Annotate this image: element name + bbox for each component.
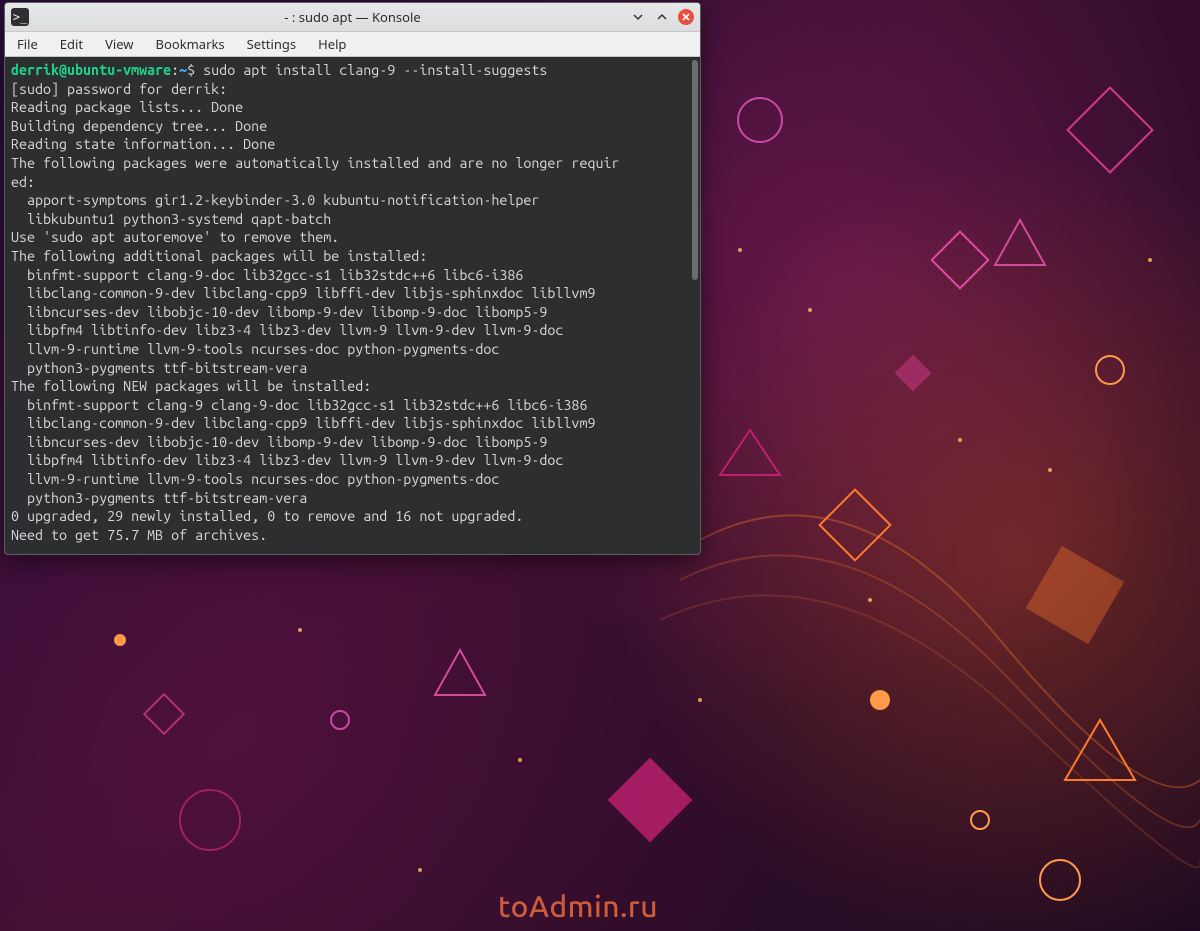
terminal-line: The following packages were automaticall… bbox=[11, 154, 694, 173]
prompt-symbol: $ bbox=[187, 62, 203, 78]
minimize-button[interactable] bbox=[630, 9, 646, 25]
terminal-line: apport-symptoms gir1.2-keybinder-3.0 kub… bbox=[11, 191, 694, 210]
terminal-line: llvm-9-runtime llvm-9-tools ncurses-doc … bbox=[11, 340, 694, 359]
terminal-line: python3-pygments ttf-bitstream-vera bbox=[11, 489, 694, 508]
terminal-line: Building dependency tree... Done bbox=[11, 117, 694, 136]
terminal-viewport[interactable]: derrik@ubuntu-vmware:~$ sudo apt install… bbox=[5, 57, 700, 554]
terminal-line: 0 upgraded, 29 newly installed, 0 to rem… bbox=[11, 507, 694, 526]
terminal-line: Need to get 75.7 MB of archives. bbox=[11, 526, 694, 545]
terminal-line: python3-pygments ttf-bitstream-vera bbox=[11, 359, 694, 378]
konsole-app-icon: >_ bbox=[11, 8, 29, 26]
window-title: - : sudo apt — Konsole bbox=[5, 8, 700, 26]
terminal-line: Reading package lists... Done bbox=[11, 98, 694, 117]
menu-bookmarks[interactable]: Bookmarks bbox=[156, 35, 225, 53]
terminal-line: libclang-common-9-dev libclang-cpp9 libf… bbox=[11, 284, 694, 303]
maximize-button[interactable] bbox=[654, 9, 670, 25]
terminal-line: ed: bbox=[11, 173, 694, 192]
terminal-line: libclang-common-9-dev libclang-cpp9 libf… bbox=[11, 414, 694, 433]
scrollbar-handle[interactable] bbox=[692, 60, 698, 280]
terminal-line: [sudo] password for derrik: bbox=[11, 80, 694, 99]
prompt-path: ~ bbox=[179, 62, 187, 78]
terminal-line: libkubuntu1 python3-systemd qapt-batch bbox=[11, 210, 694, 229]
terminal-line: binfmt-support clang-9 clang-9-doc lib32… bbox=[11, 396, 694, 415]
terminal-line: libpfm4 libtinfo-dev libz3-4 libz3-dev l… bbox=[11, 321, 694, 340]
menu-settings[interactable]: Settings bbox=[247, 35, 296, 53]
terminal-line: binfmt-support clang-9-doc lib32gcc-s1 l… bbox=[11, 266, 694, 285]
scrollbar-track[interactable] bbox=[690, 57, 700, 554]
menu-view[interactable]: View bbox=[105, 35, 133, 53]
terminal-line: libncurses-dev libobjc-10-dev libomp-9-d… bbox=[11, 303, 694, 322]
prompt-user: derrik@ubuntu-vmware bbox=[11, 62, 171, 78]
terminal-line: llvm-9-runtime llvm-9-tools ncurses-doc … bbox=[11, 470, 694, 489]
terminal-line: Reading state information... Done bbox=[11, 135, 694, 154]
window-titlebar[interactable]: >_ - : sudo apt — Konsole bbox=[5, 3, 700, 32]
menu-help[interactable]: Help bbox=[318, 35, 346, 53]
watermark-text: toAdmin.ru bbox=[498, 889, 658, 923]
window-controls bbox=[630, 9, 694, 25]
prompt-command: sudo apt install clang-9 --install-sugge… bbox=[203, 62, 547, 78]
menu-bar: File Edit View Bookmarks Settings Help bbox=[5, 32, 700, 57]
close-button[interactable] bbox=[678, 9, 694, 25]
terminal-output[interactable]: derrik@ubuntu-vmware:~$ sudo apt install… bbox=[5, 57, 700, 554]
terminal-line: Use 'sudo apt autoremove' to remove them… bbox=[11, 228, 694, 247]
terminal-line: libncurses-dev libobjc-10-dev libomp-9-d… bbox=[11, 433, 694, 452]
terminal-line: The following NEW packages will be insta… bbox=[11, 377, 694, 396]
menu-file[interactable]: File bbox=[17, 35, 38, 53]
prompt-line: derrik@ubuntu-vmware:~$ sudo apt install… bbox=[11, 61, 694, 80]
terminal-line: The following additional packages will b… bbox=[11, 247, 694, 266]
terminal-line: libpfm4 libtinfo-dev libz3-4 libz3-dev l… bbox=[11, 451, 694, 470]
menu-edit[interactable]: Edit bbox=[60, 35, 83, 53]
konsole-window: >_ - : sudo apt — Konsole File Edit View… bbox=[4, 2, 701, 555]
